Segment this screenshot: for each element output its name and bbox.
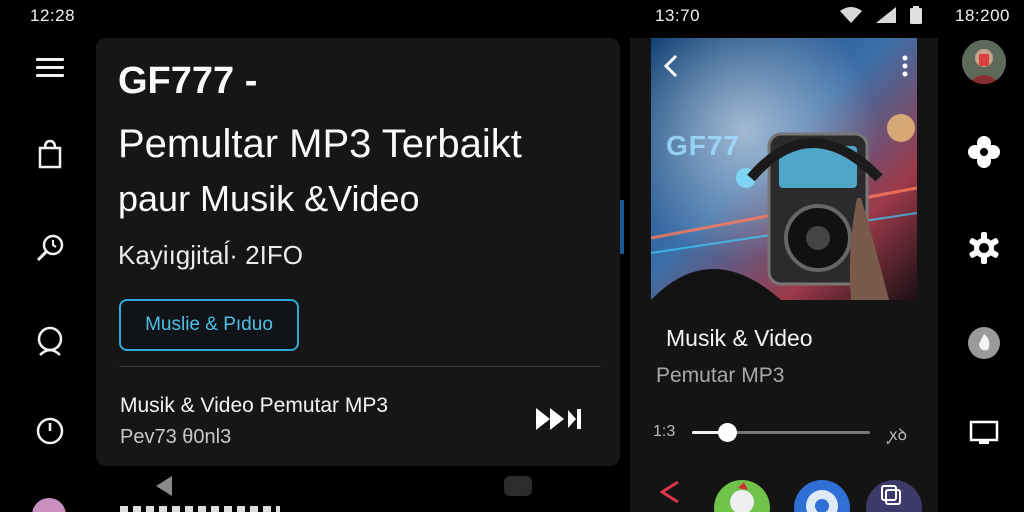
edge-accent xyxy=(620,200,624,254)
skip-next-button[interactable] xyxy=(534,405,586,433)
user-icon[interactable] xyxy=(34,325,66,357)
seek-bar-handle[interactable] xyxy=(718,423,738,442)
track-subtitle: Pemutar MP3 xyxy=(656,364,785,387)
search-history-icon[interactable] xyxy=(34,232,66,264)
nav-back-button[interactable] xyxy=(156,476,172,501)
avatar[interactable] xyxy=(962,40,1006,84)
profile-bubble[interactable] xyxy=(32,498,66,512)
status-icons xyxy=(840,6,922,24)
wifi-icon xyxy=(840,7,862,23)
back-button[interactable] xyxy=(660,52,682,80)
signal-icon xyxy=(876,7,896,23)
app-shortcut-media[interactable] xyxy=(794,480,850,512)
more-options-button[interactable] xyxy=(896,52,914,80)
triangle-left-icon xyxy=(659,480,679,504)
status-time-left: 12:28 xyxy=(30,6,76,25)
page-title: GF777 - xyxy=(118,60,258,102)
now-playing-title: Musik & Video Pemutar MP3 xyxy=(120,394,389,417)
meta-text: Kayiıgjitaĺ· 2IFO xyxy=(118,240,303,270)
battery-icon xyxy=(910,6,922,24)
page-title-line2: Pemultar MP3 Terbaikt xyxy=(118,122,522,166)
flower-icon[interactable] xyxy=(966,134,1002,170)
elapsed-time: 1:3 xyxy=(653,423,676,440)
disc-icon[interactable] xyxy=(966,325,1002,361)
app-shortcut-library[interactable] xyxy=(866,480,922,512)
skip-next-icon xyxy=(536,408,581,430)
bottom-text-fragment xyxy=(120,506,280,512)
divider xyxy=(119,366,601,367)
remaining-time: ꭙꝺ xyxy=(889,427,908,444)
album-art xyxy=(651,38,917,300)
power-icon[interactable] xyxy=(34,415,66,447)
more-vertical-icon xyxy=(902,55,908,77)
gear-icon[interactable] xyxy=(966,230,1002,266)
chevron-left-icon xyxy=(663,54,678,78)
status-time-right: 18:200 xyxy=(955,6,1010,25)
now-playing-subtitle: Pev73 θ0nl3 xyxy=(120,426,232,448)
app-shortcut-game[interactable] xyxy=(714,480,770,512)
album-art-logo: GF77 xyxy=(666,130,741,161)
nav-home-button[interactable] xyxy=(504,476,532,496)
status-time-middle: 13:70 xyxy=(655,6,701,25)
menu-icon[interactable] xyxy=(34,52,66,84)
cast-icon[interactable] xyxy=(966,415,1002,451)
page-title-line3: paur Musik &Video xyxy=(118,178,420,219)
bag-icon[interactable] xyxy=(34,138,66,170)
category-button[interactable]: Muslie & Pıduo xyxy=(119,299,299,351)
back-triangle-icon xyxy=(156,476,172,496)
previous-button[interactable] xyxy=(659,480,680,509)
track-title: Musik & Video xyxy=(666,325,813,351)
